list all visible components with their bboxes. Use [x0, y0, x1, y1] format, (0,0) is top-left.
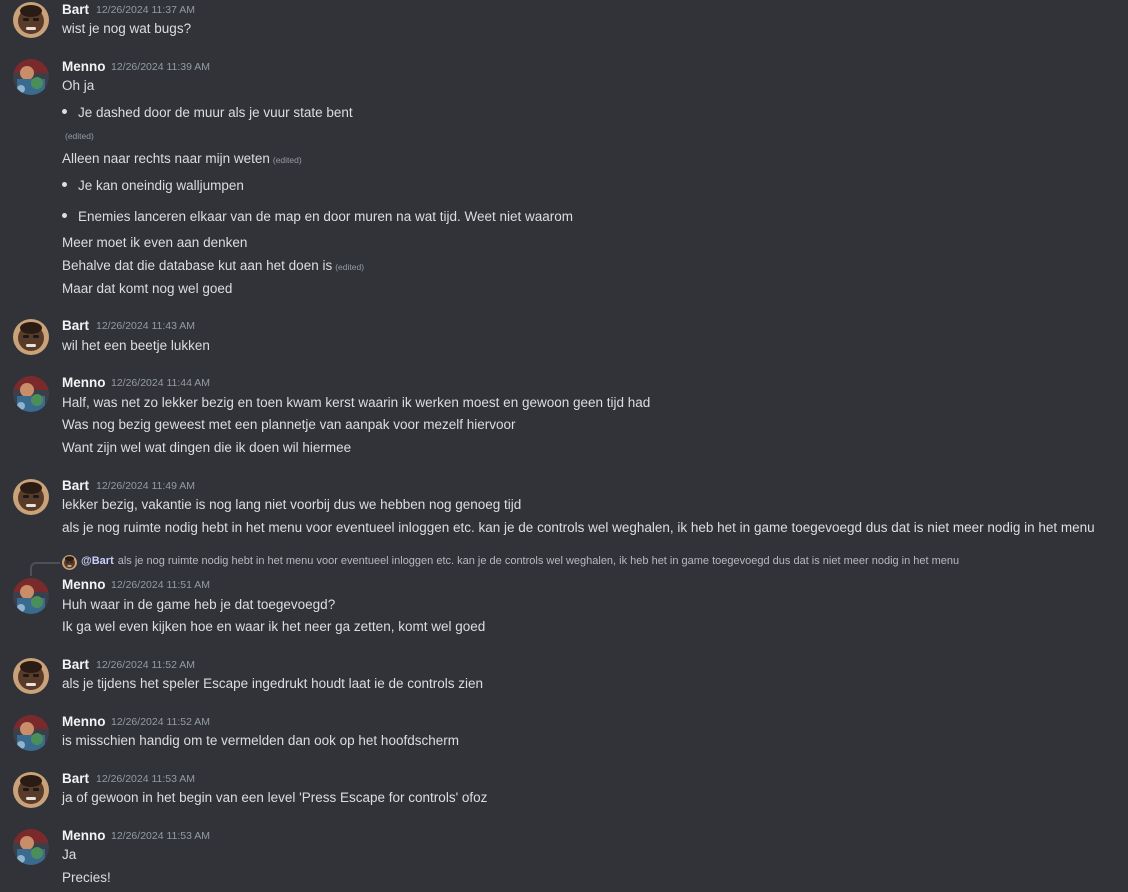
message-text: Je kan oneindig walljumpen: [78, 178, 244, 193]
reply-connector: [30, 562, 60, 576]
message-text: Je dashed door de muur als je vuur state…: [78, 105, 353, 120]
message-text: als je nog ruimte nodig hebt in het menu…: [62, 520, 1095, 535]
timestamp: 12/26/2024 11:53 AM: [111, 830, 211, 842]
timestamp: 12/26/2024 11:52 AM: [111, 716, 211, 728]
author-name[interactable]: Bart: [62, 771, 89, 786]
bullet: [62, 109, 67, 114]
reply-avatar[interactable]: [62, 555, 77, 570]
message-text: als je tijdens het speler Escape ingedru…: [62, 676, 484, 691]
edited-label: (edited): [65, 131, 94, 141]
timestamp: 12/26/2024 11:52 AM: [96, 659, 196, 671]
message-text: is misschien handig om te vermelden dan …: [62, 733, 459, 748]
reply-preview[interactable]: @Bart als je nog ruimte nodig hebt in het…: [81, 555, 959, 567]
author-name[interactable]: Menno: [62, 375, 106, 390]
avatar-menno[interactable]: [13, 578, 49, 614]
author-name[interactable]: Bart: [62, 2, 89, 17]
message-text: Behalve dat die database kut aan het doe…: [62, 258, 364, 273]
timestamp: 12/26/2024 11:53 AM: [96, 773, 196, 785]
avatar-bart[interactable]: [13, 2, 49, 38]
reply-mention[interactable]: @Bart: [81, 555, 114, 567]
message-text: Half, was net zo lekker bezig en toen kw…: [62, 395, 651, 410]
message-text: wist je nog wat bugs?: [62, 21, 192, 36]
edited-label: (edited): [272, 155, 302, 165]
message-text: Ik ga wel even kijken hoe en waar ik het…: [62, 619, 486, 634]
message-text: Alleen naar rechts naar mijn weten (edite…: [62, 151, 302, 166]
author-name[interactable]: Bart: [62, 657, 89, 672]
avatar-bart[interactable]: [13, 479, 49, 515]
message-text: Want zijn wel wat dingen die ik doen wil…: [62, 440, 352, 455]
message-text-span: Behalve dat die database kut aan het doe…: [62, 258, 333, 273]
timestamp: 12/26/2024 11:44 AM: [111, 377, 211, 389]
author-name[interactable]: Menno: [62, 828, 106, 843]
avatar-menno[interactable]: [13, 715, 49, 751]
message-text: Meer moet ik even aan denken: [62, 235, 248, 250]
message-text: Was nog bezig geweest met een plannetje …: [62, 417, 516, 432]
timestamp: 12/26/2024 11:51 AM: [111, 579, 211, 591]
message-text: Enemies lanceren elkaar van de map en do…: [78, 209, 574, 224]
message-text: Huh waar in de game heb je dat toegevoeg…: [62, 597, 336, 612]
message-text: Precies!: [62, 870, 111, 885]
timestamp: 12/26/2024 11:49 AM: [96, 480, 196, 492]
edited-label: (edited): [335, 262, 365, 272]
message-text: lekker bezig, vakantie is nog lang niet …: [62, 497, 522, 512]
message-text: Ja: [62, 847, 77, 862]
bullet: [62, 182, 67, 187]
avatar-menno[interactable]: [13, 376, 49, 412]
message-text: ja of gewoon in het begin van een level …: [62, 790, 488, 805]
author-name[interactable]: Menno: [62, 714, 106, 729]
author-name[interactable]: Menno: [62, 59, 106, 74]
avatar-menno[interactable]: [13, 829, 49, 865]
message-text: Maar dat komt nog wel goed: [62, 281, 233, 296]
author-name[interactable]: Bart: [62, 318, 89, 333]
author-name[interactable]: Menno: [62, 577, 106, 592]
timestamp: 12/26/2024 11:37 AM: [96, 4, 196, 16]
avatar-bart[interactable]: [13, 658, 49, 694]
reply-preview-text: als je nog ruimte nodig hebt in het menu…: [117, 555, 960, 567]
message-text: Oh ja: [62, 78, 95, 93]
avatar-menno[interactable]: [13, 59, 49, 95]
author-name[interactable]: Bart: [62, 478, 89, 493]
message-text-span: Alleen naar rechts naar mijn weten: [62, 151, 270, 166]
timestamp: 12/26/2024 11:39 AM: [111, 61, 211, 73]
message-text: wil het een beetje lukken: [62, 338, 210, 353]
avatar-bart[interactable]: [13, 319, 49, 355]
bullet: [62, 213, 67, 218]
timestamp: 12/26/2024 11:43 AM: [96, 320, 196, 332]
avatar-bart[interactable]: [13, 772, 49, 808]
